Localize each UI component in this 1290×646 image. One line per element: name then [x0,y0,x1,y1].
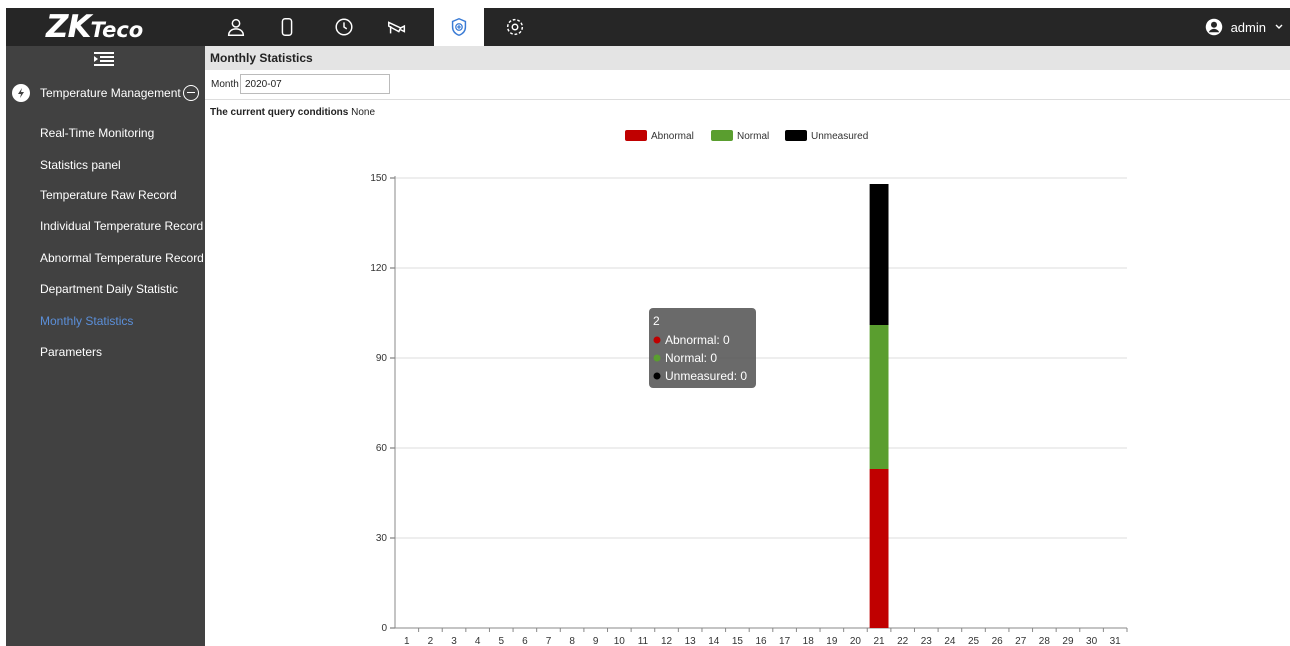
x-tick-label: 7 [546,636,552,646]
user-menu[interactable]: admin [1205,8,1284,46]
gear-icon[interactable] [490,8,540,46]
sidebar-item-abnormal-temperature-record[interactable]: Abnormal Temperature Record [40,251,204,265]
sidebar-item-department-daily-statistic[interactable]: Department Daily Statistic [40,282,178,296]
x-tick-label: 30 [1086,636,1098,646]
camera-icon[interactable] [372,8,422,46]
chevron-down-icon [1275,24,1283,29]
legend-swatch-unmeasured [785,130,807,141]
x-tick-label: 15 [732,636,744,646]
legend-swatch-normal [711,130,733,141]
x-tick-label: 3 [451,636,457,646]
x-tick-label: 6 [522,636,528,646]
temperature-shield-icon[interactable] [434,8,484,46]
tooltip-dot-normal [653,354,661,362]
x-tick-label: 1 [404,636,410,646]
x-tick-label: 10 [614,636,626,646]
x-tick-label: 5 [498,636,504,646]
filter-row: Month [205,70,1290,100]
x-tick-label: 27 [1015,636,1027,646]
y-tick-label: 120 [370,263,387,274]
sidebar-item-real-time-monitoring[interactable]: Real-Time Monitoring [40,126,154,140]
x-tick-label: 18 [803,636,815,646]
tooltip-row-unmeasured: Unmeasured: 0 [665,369,747,383]
sidebar-item-temperature-raw-record[interactable]: Temperature Raw Record [40,188,177,202]
query-label: The current query conditions [210,107,349,118]
x-tick-label: 20 [850,636,862,646]
bar-normal-day-21 [869,325,889,469]
x-tick-label: 11 [638,636,649,646]
username-label: admin [1230,19,1266,35]
x-tick-label: 8 [569,636,575,646]
x-tick-label: 24 [944,636,956,646]
query-conditions: The current query conditions None [210,107,375,118]
monthly-statistics-chart: 03060901201501 2 3 4 5 6 7 8 9 10 11 12 13 14 15 16 17 18… [370,130,1128,646]
x-tick-label: 31 [1110,636,1122,646]
x-tick-label: 2 [428,636,434,646]
x-tick-label: 17 [779,636,791,646]
sidebar-item-statistics-panel[interactable]: Statistics panel [40,158,121,172]
x-tick-label: 13 [685,636,697,646]
tooltip-row-normal: Normal: 0 [665,351,717,365]
tooltip-title: 2 [653,314,660,328]
y-tick-label: 0 [381,623,387,634]
x-tick-label: 16 [755,636,767,646]
legend-swatch-abnormal [625,130,647,141]
top-navigation-bar: ZKTeco admin [6,8,1290,46]
menu-toggle-icon[interactable] [94,52,114,66]
y-tick-label: 30 [376,533,388,544]
y-tick-label: 150 [370,173,387,184]
y-tick-label: 60 [376,443,388,454]
sidebar: Temperature Management Real-Time Monitor… [6,46,205,646]
zkteco-logo[interactable]: ZKTeco [46,10,206,44]
x-tick-label: 25 [968,636,980,646]
user-avatar-icon [1205,18,1222,36]
query-value: None [351,107,376,118]
section-temperature-management[interactable]: Temperature Management [6,80,205,106]
collapse-icon[interactable] [182,85,199,101]
section-label: Temperature Management [40,86,181,100]
door-icon[interactable] [262,8,312,46]
sidebar-item-monthly-statistics[interactable]: Monthly Statistics [40,314,133,328]
x-tick-label: 19 [826,636,838,646]
page-title: Monthly Statistics [205,46,1290,70]
tooltip-dot-unmeasured [653,372,661,380]
legend-label-unmeasured: Unmeasured [811,131,868,142]
x-tick-label: 22 [897,636,909,646]
tooltip-row-abnormal: Abnormal: 0 [665,333,730,347]
sidebar-item-parameters[interactable]: Parameters [40,345,102,359]
x-tick-label: 21 [874,636,886,646]
bar-abnormal-day-21 [869,469,889,628]
x-tick-label: 26 [992,636,1004,646]
x-tick-label: 9 [593,636,599,646]
tooltip-dot-abnormal [653,336,661,344]
x-tick-label: 23 [921,636,933,646]
y-tick-label: 90 [376,353,388,364]
legend-label-abnormal: Abnormal [651,131,694,142]
clock-icon[interactable] [319,8,369,46]
month-input[interactable] [240,74,390,94]
x-tick-label: 4 [475,636,481,646]
x-tick-label: 12 [661,636,673,646]
legend-label-normal: Normal [737,131,769,142]
bar-unmeasured-day-21 [869,184,889,325]
sidebar-item-individual-temperature-record[interactable]: Individual Temperature Record [40,219,203,233]
x-tick-label: 29 [1062,636,1074,646]
lightning-icon [12,84,30,102]
month-label: Month [211,79,239,90]
personnel-icon[interactable] [211,8,261,46]
x-tick-label: 28 [1039,636,1051,646]
x-tick-label: 14 [708,636,720,646]
